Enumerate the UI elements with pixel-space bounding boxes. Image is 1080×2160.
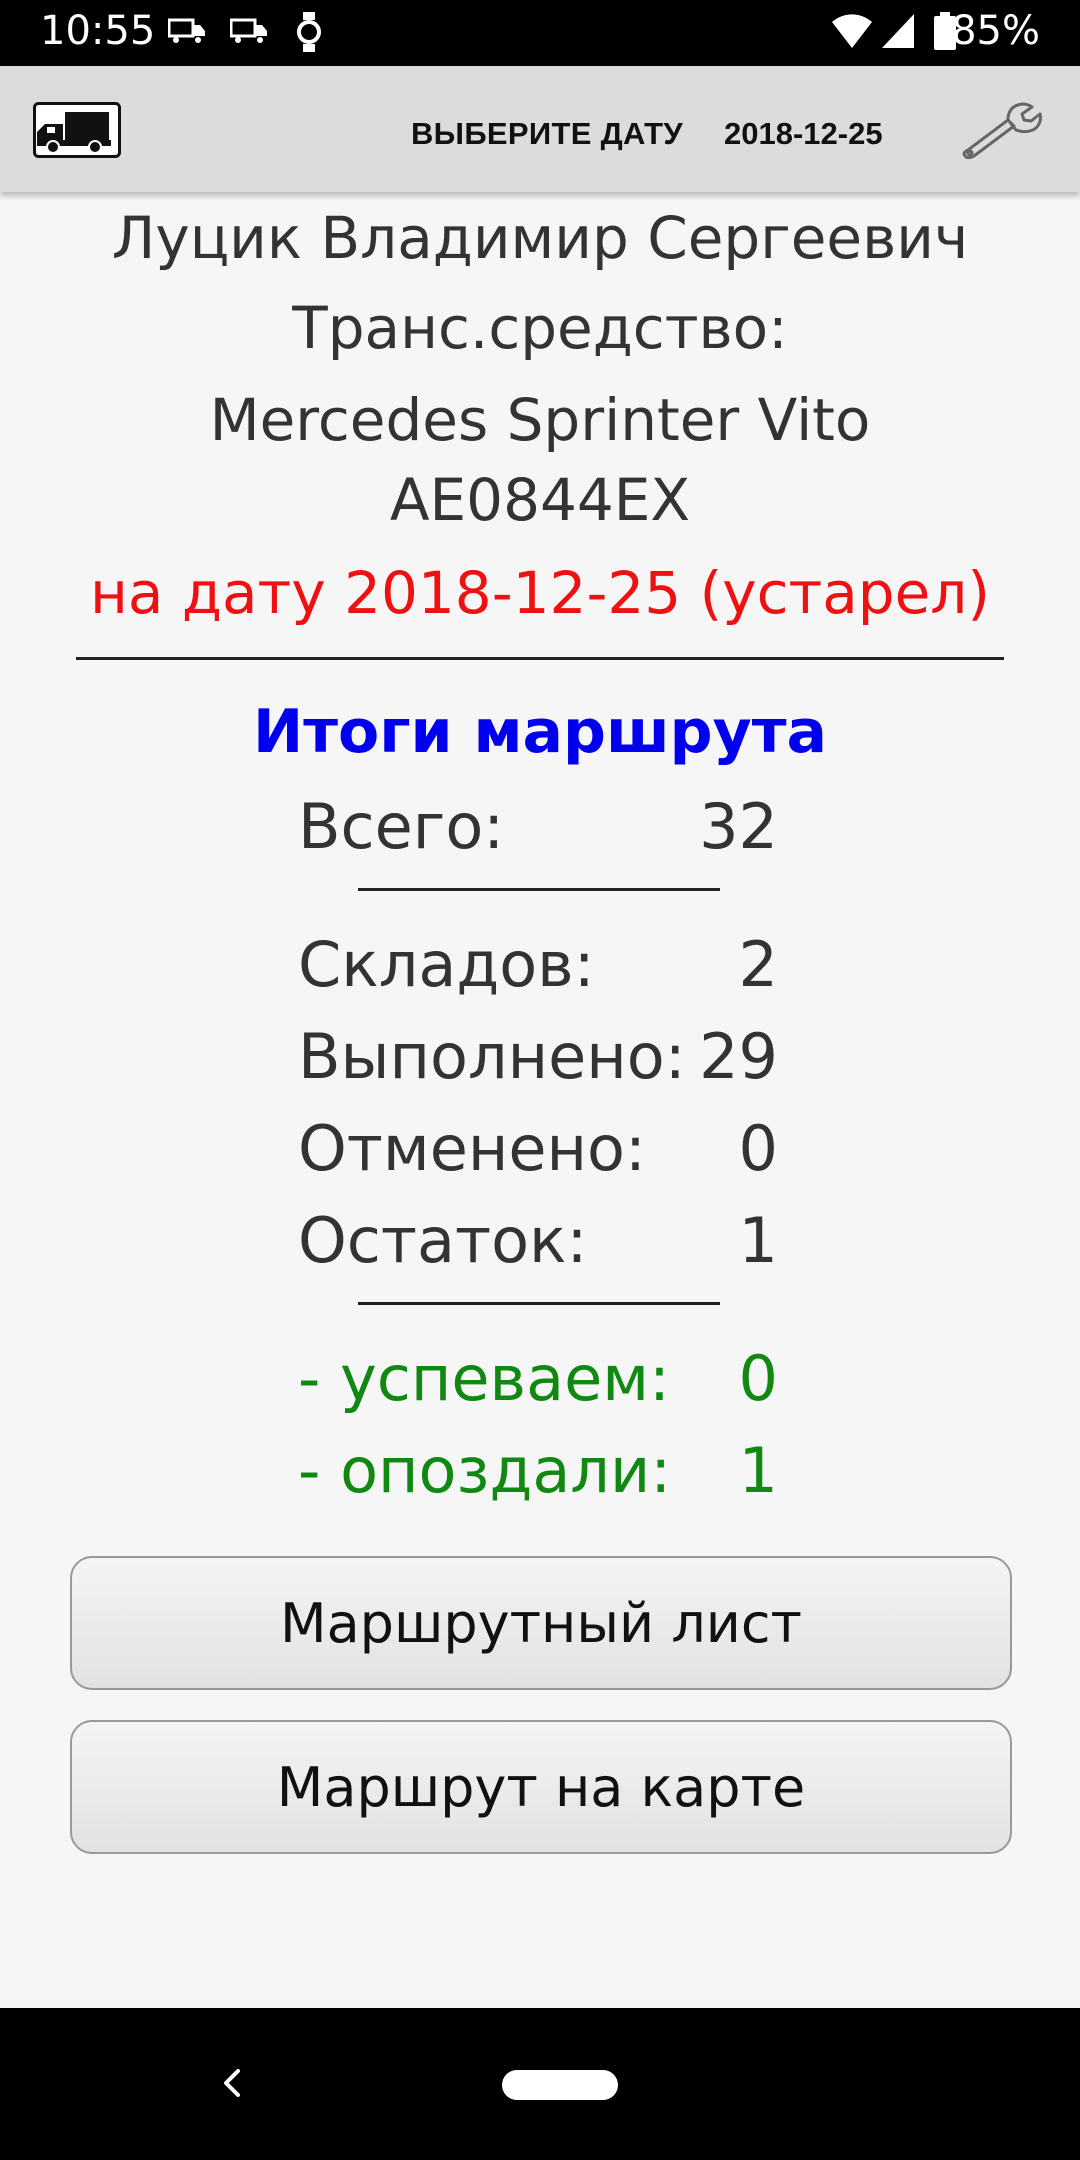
summary-late-label: - опоздали:	[298, 1434, 672, 1507]
summary-cancelled-label: Отменено:	[298, 1112, 646, 1185]
summary-warehouses-label: Складов:	[298, 928, 595, 1001]
back-icon[interactable]	[220, 2063, 244, 2103]
date-status: на дату 2018-12-25 (устарел)	[90, 559, 990, 627]
summary-late-value: 1	[738, 1434, 778, 1507]
summary-on-time-row: - успеваем: 0	[298, 1342, 778, 1422]
divider	[358, 888, 720, 891]
summary-warehouses-value: 2	[738, 928, 778, 1001]
summary-total-label: Всего:	[298, 790, 505, 863]
route-summary-title: Итоги маршрута	[252, 697, 827, 767]
wifi-icon	[832, 14, 872, 48]
summary-late-row: - опоздали: 1	[298, 1434, 778, 1514]
summary-cancelled-row: Отменено: 0	[298, 1112, 778, 1192]
summary-remaining-label: Остаток:	[298, 1204, 588, 1277]
route-map-button[interactable]: Маршрут на карте	[70, 1720, 1012, 1854]
watch-icon	[297, 12, 321, 52]
summary-on-time-label: - успеваем:	[298, 1342, 670, 1415]
status-time: 10:55	[40, 8, 156, 54]
status-bar: 10:55 85%	[0, 0, 1080, 66]
app-bar: ВЫБЕРИТЕ ДАТУ 2018-12-25	[0, 66, 1080, 192]
navigation-bar	[0, 2008, 1080, 2160]
wrench-settings-icon[interactable]	[960, 98, 1046, 162]
truck-notification-icon	[168, 18, 205, 43]
summary-total-value: 32	[699, 790, 778, 863]
summary-done-row: Выполнено: 29	[298, 1020, 778, 1100]
vehicle-model: Mercedes Sprinter Vito	[209, 386, 871, 454]
summary-warehouses-row: Складов: 2	[298, 928, 778, 1008]
truck-notification-icon	[230, 18, 267, 43]
divider	[76, 657, 1004, 660]
summary-done-label: Выполнено:	[298, 1020, 686, 1093]
summary-remaining-value: 1	[738, 1204, 778, 1277]
select-date-button[interactable]: ВЫБЕРИТЕ ДАТУ	[411, 116, 683, 152]
vehicle-label: Транс.средство:	[292, 294, 788, 362]
selected-date[interactable]: 2018-12-25	[724, 116, 883, 152]
truck-icon[interactable]	[33, 102, 121, 158]
summary-done-value: 29	[699, 1020, 778, 1093]
route-sheet-button[interactable]: Маршрутный лист	[70, 1556, 1012, 1690]
summary-total-row: Всего: 32	[298, 790, 778, 870]
driver-name: Луцик Владимир Сергеевич	[111, 204, 969, 272]
battery-percent: 85%	[951, 8, 1040, 54]
signal-icon	[882, 14, 914, 48]
summary-cancelled-value: 0	[738, 1112, 778, 1185]
home-button[interactable]	[502, 2070, 618, 2100]
summary-on-time-value: 0	[738, 1342, 778, 1415]
summary-remaining-row: Остаток: 1	[298, 1204, 778, 1284]
vehicle-plate: AE0844EX	[389, 466, 691, 534]
divider	[358, 1302, 720, 1305]
